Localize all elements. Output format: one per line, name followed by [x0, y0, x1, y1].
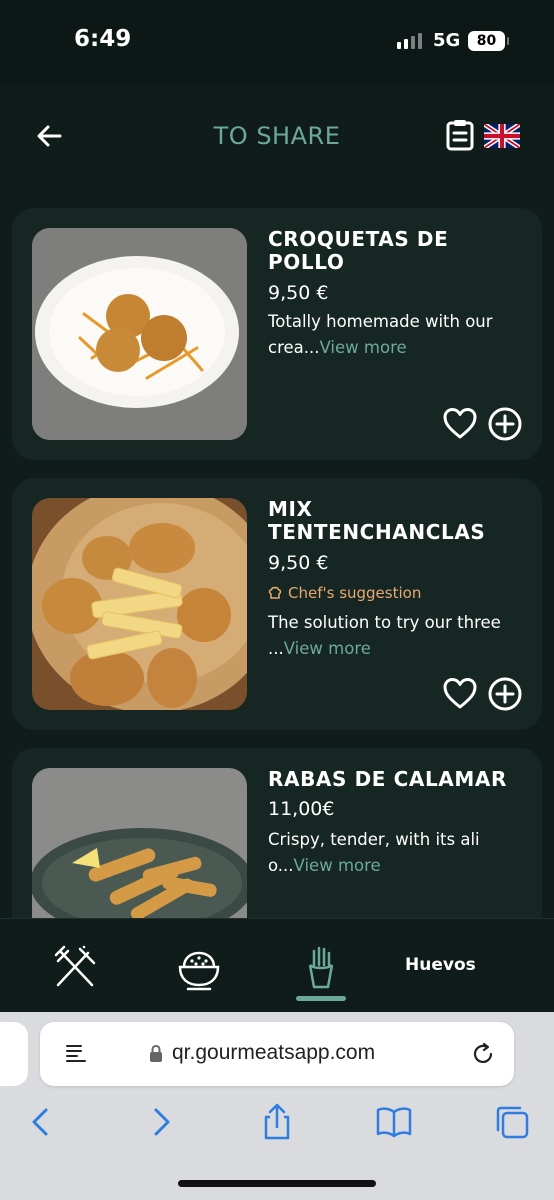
- category-tab-fries[interactable]: [296, 943, 346, 993]
- clipboard-icon: [446, 120, 474, 151]
- view-more-link[interactable]: View more: [284, 639, 371, 658]
- address-bar[interactable]: qr.gourmeatsapp.com: [40, 1022, 514, 1086]
- signal-icon: [397, 33, 422, 49]
- dish-card[interactable]: MIX TENTENCHANCLAS 9,50 € Chef's suggest…: [12, 478, 542, 730]
- dish-card[interactable]: CROQUETAS DE POLLO 9,50 € Totally homema…: [12, 208, 542, 460]
- dish-description: Crispy, tender, with its ali o...View mo…: [268, 827, 530, 879]
- dish-price: 9,50 €: [268, 552, 329, 574]
- plus-circle-icon: [488, 407, 522, 441]
- dish-description: The solution to try our three ...View mo…: [268, 610, 530, 662]
- chevron-left-icon: [32, 1108, 48, 1136]
- favorite-button[interactable]: [442, 676, 478, 712]
- dish-price: 11,00€: [268, 798, 335, 820]
- heart-icon: [443, 408, 477, 439]
- fries-icon: [308, 946, 334, 989]
- dish-image: [32, 498, 247, 710]
- rice-bowl-icon: [178, 951, 220, 991]
- app-header: TO SHARE: [0, 84, 554, 194]
- home-indicator: [178, 1180, 376, 1187]
- share-button[interactable]: [257, 1102, 297, 1142]
- chef-suggestion-badge: Chef's suggestion: [268, 584, 421, 602]
- view-more-link[interactable]: View more: [320, 338, 407, 357]
- previous-tab[interactable]: [0, 1022, 28, 1086]
- category-tab-huevos[interactable]: Huevos: [405, 955, 476, 975]
- add-button[interactable]: [487, 406, 523, 442]
- share-icon: [264, 1103, 290, 1140]
- cutlery-icon: [54, 945, 96, 987]
- dish-description: Totally homemade with our crea...View mo…: [268, 309, 530, 361]
- reader-icon: [66, 1045, 86, 1062]
- status-bar: 6:49 5G 80: [0, 0, 554, 84]
- dish-price: 9,50 €: [268, 282, 329, 304]
- browser-back-button[interactable]: [22, 1102, 62, 1142]
- tabs-button[interactable]: [492, 1102, 532, 1142]
- chevron-right-icon: [154, 1108, 170, 1136]
- url-text: qr.gourmeatsapp.com: [172, 1041, 376, 1064]
- chef-suggestion-label: Chef's suggestion: [288, 584, 422, 602]
- battery-icon: 80: [468, 31, 509, 51]
- heart-icon: [443, 678, 477, 709]
- view-more-link[interactable]: View more: [294, 856, 381, 875]
- dish-name: CROQUETAS DE POLLO: [268, 227, 449, 274]
- battery-level: 80: [476, 33, 497, 49]
- book-icon: [376, 1107, 412, 1138]
- add-button[interactable]: [487, 676, 523, 712]
- dish-name: RABAS DE CALAMAR: [268, 767, 507, 791]
- tabs-icon: [496, 1106, 529, 1139]
- order-list-button[interactable]: [444, 118, 476, 152]
- favorite-button[interactable]: [442, 406, 478, 442]
- lock-icon: [150, 1044, 162, 1062]
- status-time: 6:49: [74, 26, 132, 52]
- browser-forward-button[interactable]: [140, 1102, 180, 1142]
- dish-name: MIX TENTENCHANCLAS: [268, 497, 486, 544]
- browser-chrome: qr.gourmeatsapp.com: [0, 1012, 554, 1200]
- plus-circle-icon: [488, 677, 522, 711]
- category-nav: Huevos: [0, 918, 554, 1012]
- category-tab-cutlery[interactable]: [50, 943, 100, 993]
- uk-flag-icon: [482, 122, 522, 150]
- network-type: 5G: [433, 30, 461, 51]
- language-selector[interactable]: [482, 122, 522, 150]
- chef-hat-icon: [268, 586, 282, 599]
- reload-icon[interactable]: [470, 1041, 496, 1067]
- category-tab-bowl[interactable]: [174, 943, 224, 993]
- bookmarks-button[interactable]: [374, 1102, 414, 1142]
- dish-image: [32, 228, 247, 440]
- active-tab-indicator: [296, 996, 346, 1001]
